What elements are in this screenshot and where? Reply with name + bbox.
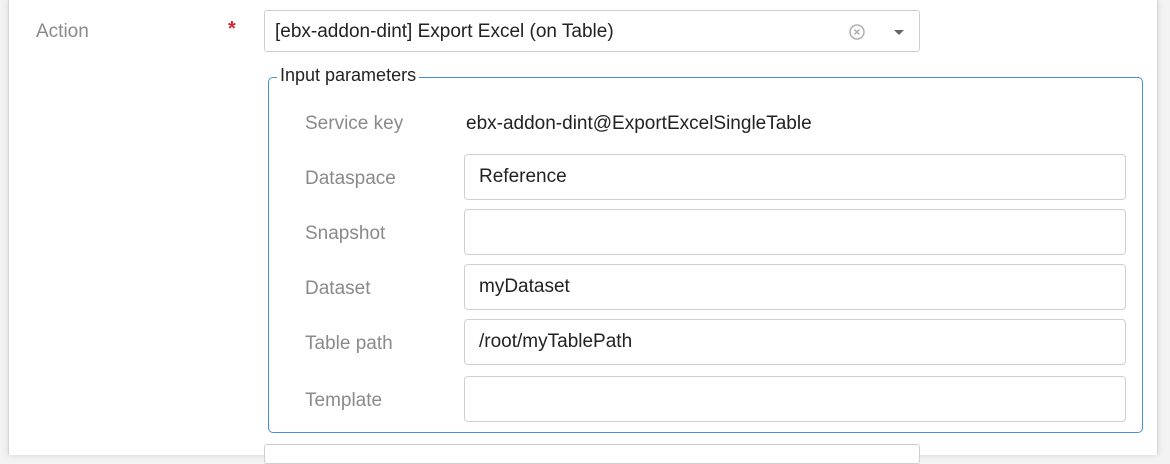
- form-panel: Action * [ebx-addon-dint] Export Excel (…: [8, 0, 1158, 464]
- dataset-label: Dataset: [305, 278, 371, 299]
- action-label: Action: [36, 21, 89, 42]
- table-path-label: Table path: [305, 333, 393, 354]
- chevron-down-icon[interactable]: [893, 27, 905, 37]
- input-parameters-group: Input parameters Service key ebx-addon-d…: [268, 65, 1143, 433]
- dataspace-field[interactable]: [464, 154, 1126, 200]
- required-indicator: *: [228, 18, 236, 40]
- table-path-field[interactable]: [464, 319, 1126, 365]
- clear-icon[interactable]: [849, 24, 865, 40]
- snapshot-label: Snapshot: [305, 223, 386, 244]
- service-key-label: Service key: [305, 113, 404, 134]
- next-field-select[interactable]: [264, 444, 920, 464]
- action-select[interactable]: [ebx-addon-dint] Export Excel (on Table): [264, 10, 920, 52]
- dataspace-label: Dataspace: [305, 168, 396, 189]
- snapshot-field[interactable]: [464, 209, 1126, 255]
- template-field[interactable]: [464, 376, 1126, 422]
- input-parameters-legend: Input parameters: [277, 65, 420, 86]
- action-select-value: [ebx-addon-dint] Export Excel (on Table): [275, 21, 614, 42]
- template-label: Template: [305, 390, 383, 411]
- service-key-value: ebx-addon-dint@ExportExcelSingleTable: [466, 113, 812, 134]
- dataset-field[interactable]: [464, 264, 1126, 310]
